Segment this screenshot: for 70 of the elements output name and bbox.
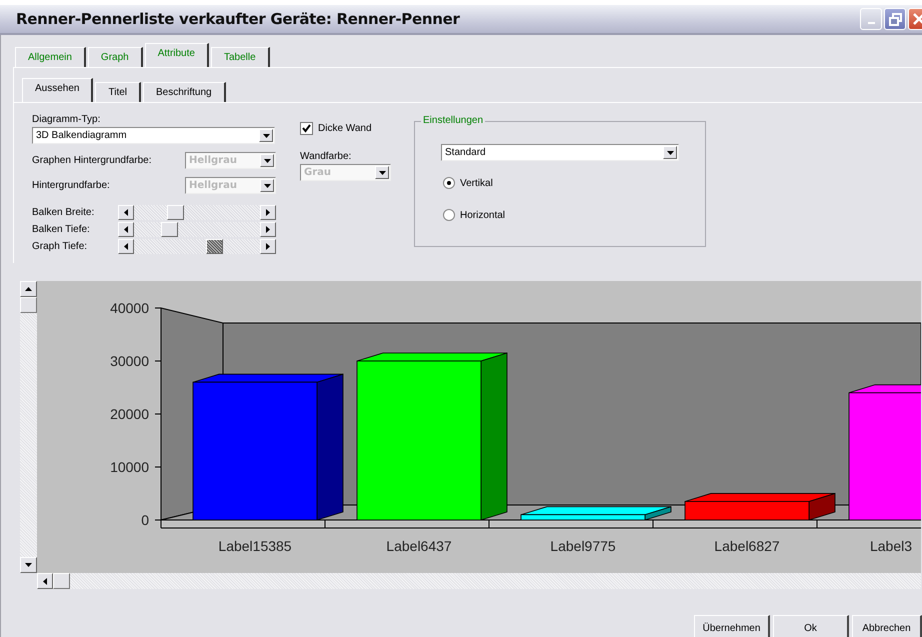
radio-label: Horizontal — [460, 210, 506, 220]
right-arrow-icon — [266, 208, 270, 216]
down-arrow-icon — [25, 563, 32, 567]
slider-thumb[interactable] — [166, 204, 184, 220]
radio-button[interactable] — [443, 177, 455, 189]
slider-label: Balken Breite: — [32, 206, 96, 218]
x-category-label: Label6437 — [386, 538, 452, 554]
style-dropdown[interactable]: Standard — [441, 144, 679, 161]
scroll-right-button[interactable] — [260, 238, 276, 254]
right-arrow-icon — [266, 242, 270, 250]
field-label: Hintergrundfarbe: — [32, 179, 110, 192]
check-icon — [302, 124, 311, 133]
scroll-left-button[interactable] — [118, 204, 134, 220]
diagram-type-dropdown[interactable]: 3D Balkendiagramm — [32, 127, 275, 144]
right-arrow-icon — [266, 226, 270, 232]
scroll-left-button[interactable] — [118, 222, 134, 236]
dropdown-arrow-icon — [262, 134, 270, 138]
left-arrow-icon — [43, 578, 47, 584]
restore-icon — [888, 12, 902, 26]
y-tick-label: 30000 — [110, 353, 149, 369]
x-category-label: Label3 — [870, 538, 912, 554]
tab[interactable]: Aussehen — [22, 78, 94, 102]
restore-button[interactable] — [884, 8, 906, 30]
y-tick-label: 0 — [141, 512, 149, 528]
tab[interactable]: Beschriftung — [143, 82, 226, 102]
scroll-left-button[interactable] — [37, 573, 53, 589]
slider-label: Graph Tiefe: — [32, 240, 88, 252]
scroll-down-button[interactable] — [20, 557, 37, 573]
checkbox-label: Dicke Wand — [318, 123, 372, 134]
radio-label: Vertikal — [460, 178, 493, 188]
x-category-label: Label15385 — [218, 538, 292, 554]
close-icon — [913, 13, 922, 25]
dialog-button[interactable]: Übernehmen — [694, 615, 770, 637]
dropdown-arrow-icon — [666, 150, 674, 154]
field-label: Diagramm-Typ: — [32, 113, 102, 126]
tab[interactable]: Titel — [95, 82, 142, 102]
group-title: Einstellungen — [421, 115, 486, 126]
y-tick-label: 20000 — [110, 406, 149, 422]
x-category-label: Label6827 — [714, 538, 780, 554]
field-label: Graphen Hintergrundfarbe: — [32, 154, 152, 167]
y-tick-label: 40000 — [110, 300, 149, 316]
dropdown-arrow-icon — [378, 170, 386, 174]
left-arrow-icon — [124, 226, 128, 232]
left-arrow-icon — [124, 208, 128, 216]
slider-label: Balken Tiefe: — [32, 222, 91, 236]
y-tick-label: 10000 — [110, 459, 149, 475]
slider-thumb[interactable] — [206, 238, 223, 254]
scrollbar-thumb[interactable] — [20, 297, 37, 313]
up-arrow-icon — [25, 287, 32, 291]
tab[interactable]: Allgemein — [15, 47, 86, 67]
scroll-up-button[interactable] — [20, 281, 37, 297]
dropdown-arrow-icon — [264, 184, 270, 188]
scroll-right-button[interactable] — [260, 204, 276, 220]
scrollbar-thumb[interactable] — [53, 573, 70, 589]
dropdown-arrow-icon — [264, 158, 270, 162]
tab[interactable]: Tabelle — [210, 47, 270, 67]
dialog-button[interactable]: Abbrechen — [852, 615, 922, 637]
tab[interactable]: Attribute — [144, 43, 209, 67]
x-category-label: Label9775 — [550, 538, 616, 554]
window-title: Renner-Pennerliste verkaufter Geräte: Renner-Penner — [16, 10, 460, 28]
scroll-left-button[interactable] — [118, 238, 134, 254]
field-label: Wandfarbe: — [300, 150, 352, 163]
checkbox[interactable] — [300, 122, 313, 135]
tab[interactable]: Graph — [88, 47, 143, 67]
dialog-button[interactable]: Ok — [773, 615, 849, 637]
left-arrow-icon — [124, 242, 128, 250]
slider-thumb[interactable] — [161, 222, 178, 236]
minimize-icon — [868, 22, 874, 24]
scroll-right-button[interactable] — [260, 222, 276, 236]
radio-button[interactable] — [443, 209, 455, 221]
